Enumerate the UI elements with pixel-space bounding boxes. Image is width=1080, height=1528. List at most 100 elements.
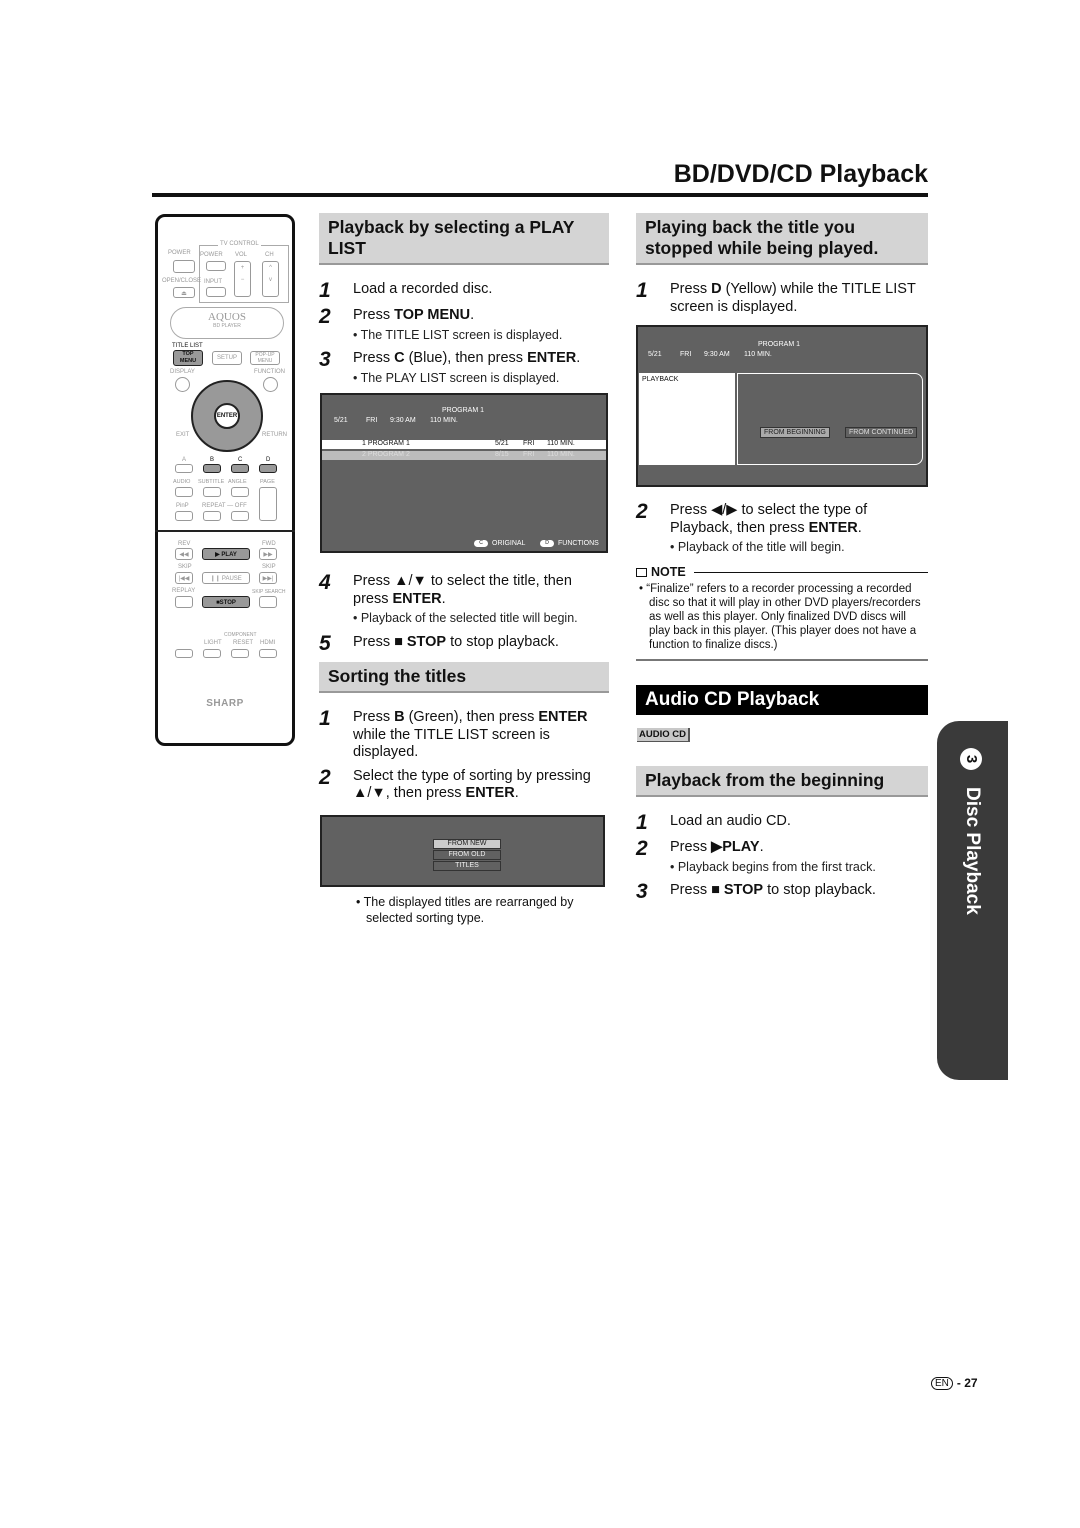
step-text: Press — [353, 307, 395, 323]
key-name: ENTER — [538, 709, 588, 725]
page-number: EN - 27 — [931, 1376, 978, 1390]
light-button — [203, 649, 221, 658]
d-button — [259, 464, 277, 473]
input-button — [206, 287, 226, 297]
step: 3 Press C (Blue), then press ENTER. • The … — [319, 349, 609, 387]
key-name: ENTER — [808, 519, 858, 536]
step-text: . — [470, 307, 475, 323]
sharp-logo: SHARP — [206, 698, 244, 709]
step-note: • The TITLE LIST screen is displayed. — [353, 327, 563, 342]
skip-search-button — [259, 596, 277, 608]
replay-button — [175, 596, 193, 608]
list-row[interactable]: 2 PROGRAM 2 8/15 FRI 110 MIN. — [322, 451, 606, 460]
screen-date: 5/21 — [334, 417, 348, 424]
chapter-label: Disc Playback — [962, 787, 983, 915]
key-name: ENTER — [465, 785, 515, 801]
label: SKIP — [178, 564, 192, 570]
step-number: 2 — [636, 500, 648, 523]
function-button — [263, 377, 278, 392]
label: AUDIO — [173, 479, 191, 485]
step-text: Load an audio CD. — [670, 813, 791, 829]
label: SUBTITLE — [198, 479, 225, 485]
step-text: while the TITLE LIST screen is displayed… — [353, 726, 550, 761]
ch-button: ^ v — [262, 261, 279, 297]
step: 1 Load an audio CD. — [636, 812, 928, 833]
label: COMPONENT — [224, 632, 257, 638]
from-continued-option[interactable]: FROM CONTINUED — [845, 427, 918, 438]
screen-length: 110 MIN. — [744, 351, 772, 358]
sort-option[interactable]: FROM OLD — [433, 850, 501, 860]
dpad: ENTER — [191, 380, 263, 452]
screen-time: 9:30 AM — [704, 351, 730, 358]
resume-step-2: 2 Press ◀/▶ to select the type of Playbac… — [636, 500, 928, 563]
step-number: 2 — [319, 305, 331, 328]
skip-fwd-button: ▶▶| — [259, 572, 277, 584]
screen-day: FRI — [366, 417, 378, 424]
label: FUNCTION — [254, 369, 285, 375]
step: 1 Load a recorded disc. — [319, 279, 609, 302]
key-name: STOP — [406, 633, 447, 650]
audio-cd-heading: Audio CD Playback — [636, 685, 928, 715]
section-heading: Playing back the title you stopped while… — [636, 213, 928, 265]
label: C — [238, 457, 243, 463]
key-name: B — [394, 709, 405, 725]
key-name: ENTER — [527, 350, 577, 366]
functions-label: FUNCTIONS — [558, 540, 599, 547]
label: FWD — [262, 541, 276, 547]
step-note: • Playback begins from the first track. — [670, 859, 876, 874]
page-num: - 27 — [956, 1376, 978, 1390]
label: OPEN/CLOSE — [162, 278, 202, 284]
list-row[interactable]: 1 PROGRAM 1 5/21 FRI 110 MIN. — [322, 440, 606, 449]
sorting-note: • The displayed titles are rearranged by… — [356, 895, 574, 925]
sort-option[interactable]: FROM NEW — [433, 839, 501, 849]
resume-screen: PROGRAM 1 5/21 FRI 9:30 AM 110 MIN. PLAY… — [636, 325, 928, 487]
step-number: 5 — [319, 631, 331, 655]
play-list-section: Playback by selecting a PLAY LIST 1 Load … — [319, 213, 609, 393]
pinp-button — [175, 511, 193, 521]
pause-button: ❙❙ PAUSE — [202, 572, 250, 584]
note-text: • “Finalize” refers to a recorder proces… — [639, 583, 921, 651]
label: B — [210, 457, 215, 463]
key-button — [175, 649, 193, 658]
step: 1 Press B (Green), then press ENTER while… — [319, 708, 609, 762]
divider — [155, 530, 295, 532]
label: HDMI — [260, 640, 276, 646]
fwd-button: ▶▶ — [259, 548, 277, 560]
label: INPUT — [204, 279, 222, 285]
step-number: 2 — [636, 837, 648, 860]
step-text: Press — [670, 281, 712, 297]
step-text: . — [441, 590, 446, 607]
label: SKIP — [262, 564, 276, 570]
label: PAGE — [260, 479, 275, 485]
step: 2 Press TOP MENU. • The TITLE LIST screen … — [319, 305, 609, 344]
screen-length: 110 MIN. — [430, 417, 458, 424]
step: 2 Press ▶PLAY. • Playback begins from the … — [636, 837, 928, 876]
reset-button — [231, 649, 249, 658]
section-heading: Sorting the titles — [319, 662, 609, 693]
audio-cd-badge: AUDIO CD — [637, 728, 690, 742]
display-button — [175, 377, 190, 392]
note-label: NOTE — [651, 565, 686, 579]
step-number: 1 — [319, 279, 331, 302]
from-beginning-option[interactable]: FROM BEGINNING — [760, 427, 830, 438]
key-name: C — [394, 350, 405, 366]
key-name: D — [711, 281, 722, 297]
screen-day: FRI — [680, 351, 692, 358]
step-text: to stop playback. — [446, 633, 559, 650]
playback-panel: PLAYBACK — [639, 373, 735, 465]
original-label: ORIGINAL — [492, 540, 526, 547]
top-menu-button: TOP MENU — [173, 350, 203, 366]
key-name: TOP MENU — [394, 307, 471, 323]
step-text: . — [857, 519, 862, 536]
sort-option[interactable]: TITLES — [433, 861, 501, 871]
label: TITLE LIST — [172, 343, 203, 349]
step-text: (Blue), then press — [404, 350, 528, 366]
label: TV CONTROL — [218, 241, 261, 247]
label: DISPLAY — [170, 369, 195, 375]
repeat-button — [203, 511, 221, 521]
off-button — [231, 511, 249, 521]
step-text: to stop playback. — [763, 882, 876, 898]
step-text: Press ■ — [353, 633, 407, 650]
tv-power-button — [206, 261, 226, 271]
label: SKIP SEARCH — [252, 589, 286, 595]
